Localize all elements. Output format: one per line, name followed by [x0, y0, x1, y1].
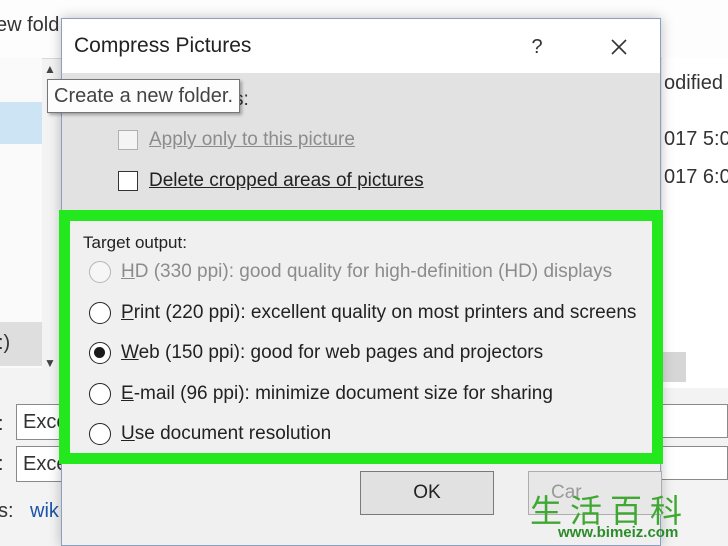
file-list-pane — [662, 58, 728, 388]
filename-label: : — [0, 413, 4, 436]
authors-label: s: — [0, 500, 14, 522]
radio-option-web[interactable]: Web (150 ppi): good for web pages and pr… — [89, 342, 543, 364]
new-folder-tooltip: Create a new folder. — [47, 79, 240, 113]
new-folder-button[interactable]: ew fold — [0, 14, 59, 37]
navigation-selected-item[interactable] — [0, 102, 42, 144]
authors-link[interactable]: wik — [30, 500, 59, 523]
delete-cropped-checkbox[interactable] — [118, 171, 138, 191]
file-date: 017 5:04 — [664, 128, 728, 150]
target-output-group: Target output: HD (330 ppi): good qualit… — [59, 210, 663, 464]
radio-option-hd[interactable]: HD (330 ppi): good quality for high-defi… — [89, 261, 612, 283]
radio-button[interactable] — [89, 261, 111, 283]
save-type-label: : — [0, 453, 4, 476]
scrollbar-thumb[interactable] — [662, 352, 686, 382]
radio-option-document-resolution[interactable]: Use document resolution — [89, 423, 331, 445]
apply-only-label: Apply only to this picture — [149, 129, 355, 150]
navigation-item[interactable]: :) — [0, 322, 42, 366]
site-watermark-logo: 生活百科 www.bimeiz.com — [526, 486, 726, 544]
file-date: 017 6:05 — [664, 166, 728, 188]
radio-button[interactable] — [89, 383, 111, 405]
save-type-select[interactable]: Exce — [16, 446, 64, 482]
scroll-down-arrow-icon[interactable]: ▼ — [44, 356, 56, 370]
apply-only-checkbox[interactable] — [118, 130, 138, 150]
dialog-titlebar: Compress Pictures ? — [62, 19, 660, 73]
date-modified-header[interactable]: odified — [664, 72, 723, 95]
radio-button[interactable] — [89, 302, 111, 324]
delete-cropped-label: Delete cropped areas of pictures — [149, 170, 424, 191]
radio-button[interactable] — [89, 423, 111, 445]
radio-option-print[interactable]: Print (220 ppi): excellent quality on mo… — [89, 302, 636, 324]
apply-only-option[interactable]: Apply only to this picture — [118, 129, 355, 151]
radio-button-selected[interactable] — [89, 342, 111, 364]
radio-option-email[interactable]: E-mail (96 ppi): minimize document size … — [89, 383, 553, 405]
delete-cropped-option[interactable]: Delete cropped areas of pictures — [118, 170, 424, 192]
save-type-select-end[interactable] — [662, 446, 728, 480]
help-button[interactable]: ? — [524, 33, 550, 61]
filename-input-end[interactable] — [662, 404, 728, 438]
close-button[interactable] — [604, 32, 634, 62]
close-icon — [611, 39, 627, 55]
ok-button[interactable]: OK — [360, 471, 494, 515]
scroll-up-arrow-icon[interactable]: ▲ — [44, 62, 56, 76]
watermark-url: www.bimeiz.com — [558, 524, 679, 541]
dialog-title: Compress Pictures — [74, 34, 252, 57]
filename-input[interactable]: Exce — [16, 404, 64, 440]
target-output-label: Target output: — [83, 233, 187, 252]
